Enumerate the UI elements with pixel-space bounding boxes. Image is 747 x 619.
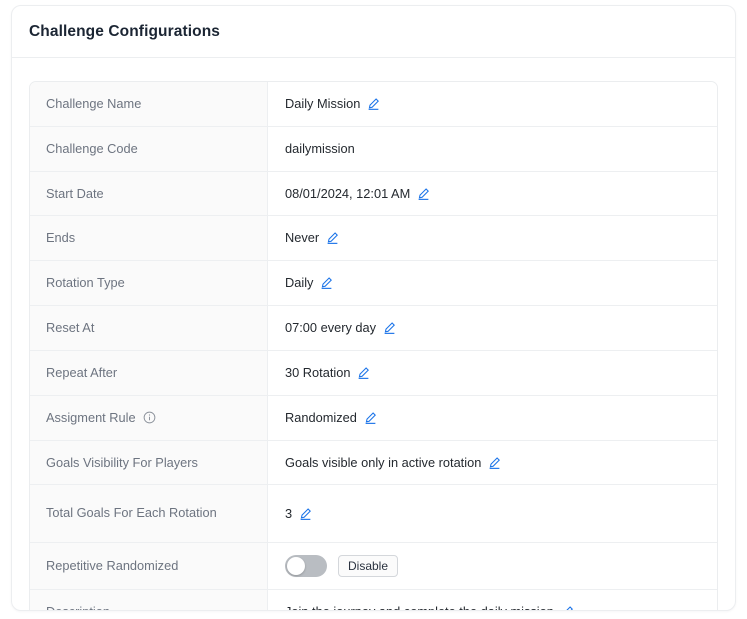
row-value-start-date: 08/01/2024, 12:01 AM <box>268 171 717 217</box>
value-text: Goals visible only in active rotation <box>285 454 482 470</box>
row-value-reset-at: 07:00 every day <box>268 306 717 351</box>
edit-icon[interactable] <box>299 507 312 521</box>
value-text: 07:00 every day <box>285 320 377 336</box>
row-value-challenge-code: dailymission <box>268 126 717 172</box>
row-label-description: Description <box>30 589 268 610</box>
edit-icon[interactable] <box>357 366 370 380</box>
table-row: Challenge Name Daily Mission <box>30 82 717 127</box>
row-value-assigment-rule: Randomized <box>268 395 717 441</box>
table-row: Total Goals For Each Rotation 3 <box>30 485 717 543</box>
label-text: Goals Visibility For Players <box>46 454 198 470</box>
row-label-challenge-name: Challenge Name <box>30 82 268 127</box>
value-text: 08/01/2024, 12:01 AM <box>285 185 411 201</box>
label-text: Rotation Type <box>46 275 125 291</box>
row-label-rotation-type: Rotation Type <box>30 261 268 307</box>
row-label-repeat-after: Repeat After <box>30 350 268 396</box>
row-value-repetitive-randomized: Disable <box>268 542 717 590</box>
value-text: dailymission <box>285 140 355 156</box>
row-value-rotation-type: Daily <box>268 261 717 307</box>
card-header: Challenge Configurations <box>12 6 735 58</box>
disable-button[interactable]: Disable <box>338 554 399 577</box>
challenge-configurations-card: Challenge Configurations Challenge Name … <box>11 5 736 611</box>
row-label-assigment-rule: Assigment Rule <box>30 395 268 441</box>
label-text: Reset At <box>46 320 95 336</box>
configurations-table: Challenge Name Daily Mission Challenge C… <box>29 81 718 610</box>
label-text: Repetitive Randomized <box>46 557 179 573</box>
edit-icon[interactable] <box>326 231 339 245</box>
row-label-reset-at: Reset At <box>30 306 268 351</box>
label-text: Challenge Code <box>46 140 138 156</box>
label-text: Ends <box>46 230 76 246</box>
repetitive-randomized-toggle[interactable] <box>285 554 327 577</box>
row-value-goals-visibility: Goals visible only in active rotation <box>268 440 717 486</box>
label-text: Challenge Name <box>46 96 142 111</box>
table-row: Challenge Code dailymission <box>30 126 717 172</box>
value-text: Join the journey and complete the daily … <box>285 602 554 610</box>
table-row: Repeat After 30 Rotation <box>30 350 717 396</box>
label-text: Assigment Rule <box>46 409 136 425</box>
edit-icon[interactable] <box>488 456 501 470</box>
value-text: Daily <box>285 275 314 291</box>
edit-icon[interactable] <box>367 97 380 111</box>
table-row: Goals Visibility For Players Goals visib… <box>30 440 717 486</box>
row-value-repeat-after: 30 Rotation <box>268 350 717 396</box>
card-body: Challenge Name Daily Mission Challenge C… <box>12 58 735 610</box>
row-value-challenge-name: Daily Mission <box>268 82 717 127</box>
value-text: Daily Mission <box>285 96 361 111</box>
edit-icon[interactable] <box>364 411 377 425</box>
row-label-repetitive-randomized: Repetitive Randomized <box>30 542 268 590</box>
table-row: Rotation Type Daily <box>30 261 717 307</box>
toggle-knob <box>287 556 305 575</box>
configurations-table-body: Challenge Name Daily Mission Challenge C… <box>30 82 717 610</box>
edit-icon[interactable] <box>417 187 430 201</box>
row-label-challenge-code: Challenge Code <box>30 126 268 172</box>
row-label-goals-visibility: Goals Visibility For Players <box>30 440 268 486</box>
page-title: Challenge Configurations <box>29 22 220 40</box>
table-row: Repetitive Randomized Disable <box>30 542 717 590</box>
table-row: Start Date 08/01/2024, 12:01 AM <box>30 171 717 217</box>
value-text: Randomized <box>285 409 357 425</box>
row-value-description: Join the journey and complete the daily … <box>268 589 717 610</box>
edit-icon[interactable] <box>383 321 396 335</box>
label-text: Start Date <box>46 185 104 201</box>
label-text: Description <box>46 602 110 610</box>
table-row: Description Join the journey and complet… <box>30 589 717 610</box>
label-text: Total Goals For Each Rotation <box>46 505 217 521</box>
table-row: Ends Never <box>30 216 717 262</box>
label-text: Repeat After <box>46 364 118 380</box>
edit-icon[interactable] <box>561 605 574 610</box>
info-circle-icon[interactable] <box>143 411 156 424</box>
value-text: 3 <box>285 505 293 521</box>
value-text: 30 Rotation <box>285 364 351 380</box>
row-value-total-goals: 3 <box>268 485 717 543</box>
table-row: Reset At 07:00 every day <box>30 306 717 351</box>
row-label-start-date: Start Date <box>30 171 268 217</box>
page-root: Challenge Configurations Challenge Name … <box>0 0 747 619</box>
row-value-ends: Never <box>268 216 717 262</box>
value-text: Never <box>285 230 320 246</box>
table-row: Assigment Rule Randomized <box>30 395 717 441</box>
edit-icon[interactable] <box>320 276 333 290</box>
row-label-ends: Ends <box>30 216 268 262</box>
row-label-total-goals: Total Goals For Each Rotation <box>30 485 268 543</box>
